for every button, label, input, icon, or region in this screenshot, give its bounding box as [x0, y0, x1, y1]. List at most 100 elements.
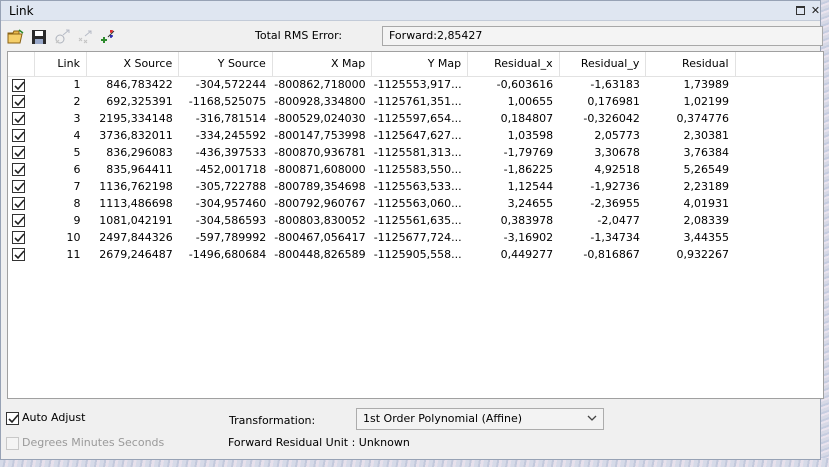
- row-checkbox[interactable]: [12, 248, 25, 262]
- header-residual-x[interactable]: Residual_x: [467, 52, 560, 77]
- cell-res: 1,73989: [683, 78, 730, 92]
- header-check[interactable]: [8, 52, 36, 77]
- chevron-down-icon: [587, 412, 597, 427]
- cell-y-source: -452,001718: [195, 163, 267, 176]
- cell-y-map: -1125597,654...: [373, 112, 462, 125]
- table-row[interactable]: 1 846,783422 -304,572244 -800862,718000 -112…: [8, 76, 823, 93]
- open-folder-icon[interactable]: [7, 28, 25, 46]
- row-checkbox[interactable]: [12, 146, 25, 160]
- table-row[interactable]: 3 2195,334148 -316,781514 -800529,024030 -11…: [8, 110, 823, 127]
- cell-res: 1,02199: [683, 95, 730, 108]
- cell-x-source: 1136,762198: [99, 180, 173, 193]
- cell-res-x: -1,86225: [503, 163, 554, 176]
- cell-x-source: 835,964411: [106, 163, 173, 176]
- cell-res: 3,44355: [683, 231, 730, 244]
- header-filler: [735, 52, 823, 77]
- table-row[interactable]: 10 2497,844326 -597,789992 -800467,056417 -1…: [8, 229, 823, 246]
- cell-filler: [735, 229, 823, 246]
- cell-x-source: 2195,334148: [99, 112, 173, 125]
- cell-res: 4,01931: [683, 197, 730, 210]
- cell-link: 9: [73, 214, 81, 227]
- cell-res-x: 0,184807: [500, 112, 554, 125]
- cell-res-y: -0,816867: [583, 248, 640, 261]
- save-icon[interactable]: [30, 28, 48, 46]
- cell-y-source: -316,781514: [195, 112, 267, 125]
- add-link-icon[interactable]: [99, 28, 117, 46]
- cell-x-source: 1081,042191: [99, 214, 173, 227]
- row-checkbox[interactable]: [12, 78, 25, 92]
- cell-res: 0,932267: [676, 248, 730, 261]
- cell-filler: [735, 127, 823, 144]
- cell-x-map: -800467,056417: [274, 231, 366, 244]
- table-row[interactable]: 4 3736,832011 -334,245592 -800147,753998 -11…: [8, 127, 823, 144]
- row-checkbox[interactable]: [12, 197, 25, 211]
- header-x-source[interactable]: X Source: [86, 52, 180, 77]
- table-row[interactable]: 11 2679,246487 -1496,680684 -800448,826589-…: [8, 246, 823, 263]
- cell-y-map: -1125553,917...: [373, 78, 462, 92]
- cell-filler: [735, 178, 823, 195]
- table-row[interactable]: 6 835,964411 -452,001718 -800871,608000 -112…: [8, 161, 823, 178]
- window-title: Link: [9, 4, 34, 18]
- cell-res: 3,76384: [683, 146, 730, 159]
- cell-res-x: 0,383978: [500, 214, 554, 227]
- row-checkbox[interactable]: [12, 95, 25, 109]
- header-residual-y[interactable]: Residual_y: [559, 52, 647, 77]
- close-button[interactable]: ✕: [809, 4, 822, 17]
- row-checkbox-cell: [8, 93, 35, 110]
- header-y-source[interactable]: Y Source: [178, 52, 273, 77]
- cell-x-map: -800928,334800: [274, 95, 366, 108]
- cell-res-x: -0,603616: [496, 78, 554, 92]
- cell-y-map: -1125761,351...: [373, 95, 462, 108]
- delete-all-links-icon[interactable]: [76, 28, 94, 46]
- row-checkbox[interactable]: [12, 112, 25, 126]
- row-checkbox[interactable]: [12, 129, 25, 143]
- cell-link: 5: [73, 146, 81, 159]
- cell-y-map: -1125563,060...: [373, 197, 462, 210]
- cell-y-source: -334,245592: [195, 129, 267, 142]
- cell-res-x: 1,03598: [507, 129, 554, 142]
- cell-y-map: -1125561,635...: [373, 214, 462, 227]
- cell-link: 10: [66, 231, 81, 244]
- auto-adjust-option[interactable]: Auto Adjust: [6, 411, 85, 425]
- table-row[interactable]: 7 1136,762198 -305,722788 -800789,354698 -11…: [8, 178, 823, 195]
- row-checkbox-cell: [8, 178, 35, 195]
- cell-filler: [735, 246, 823, 263]
- header-y-map[interactable]: Y Map: [371, 52, 469, 77]
- cell-y-map: -1125583,550...: [373, 163, 462, 176]
- cell-x-map: -800448,826589: [274, 248, 366, 261]
- dms-option[interactable]: Degrees Minutes Seconds: [6, 436, 164, 450]
- row-checkbox[interactable]: [12, 214, 25, 228]
- dms-checkbox[interactable]: [6, 436, 19, 450]
- cell-x-map: -800147,753998: [274, 129, 366, 142]
- restore-button[interactable]: [794, 4, 807, 17]
- table-row[interactable]: 5 836,296083 -436,397533 -800870,936781 -112…: [8, 144, 823, 161]
- header-x-map[interactable]: X Map: [272, 52, 373, 77]
- cell-link: 6: [73, 163, 81, 176]
- cell-filler: [735, 144, 823, 161]
- cell-y-map: -1125647,627...: [373, 129, 462, 142]
- table-row[interactable]: 9 1081,042191 -304,586593 -800803,830052 -11…: [8, 212, 823, 229]
- row-checkbox[interactable]: [12, 163, 25, 177]
- cell-y-source: -436,397533: [195, 146, 267, 159]
- row-checkbox[interactable]: [12, 180, 25, 194]
- header-residual[interactable]: Residual: [645, 52, 736, 77]
- delete-link-icon[interactable]: [53, 28, 71, 46]
- row-checkbox[interactable]: [12, 231, 25, 245]
- table-row[interactable]: 8 1113,486698 -304,957460 -800792,960767 -11…: [8, 195, 823, 212]
- cell-x-map: -800789,354698: [274, 180, 366, 193]
- table-row[interactable]: 2 692,325391 -1168,525075 -800928,334800 -11…: [8, 93, 823, 110]
- cell-filler: [735, 195, 823, 212]
- title-bar[interactable]: Link ✕: [1, 1, 820, 21]
- cell-res-x: 1,12544: [507, 180, 554, 193]
- cell-link: 3: [73, 112, 81, 125]
- cell-res-y: -0,326042: [583, 112, 640, 125]
- cell-y-map: -1125905,558...: [373, 248, 462, 261]
- link-table: Link X Source Y Source X Map Y Map Resid…: [7, 51, 824, 399]
- cell-filler: [735, 212, 823, 229]
- header-link[interactable]: Link: [34, 52, 87, 77]
- cell-y-map: -1125563,533...: [373, 180, 462, 193]
- row-checkbox-cell: [8, 110, 35, 127]
- transformation-select[interactable]: 1st Order Polynomial (Affine): [356, 408, 604, 430]
- cell-y-source: -304,572244: [195, 78, 267, 92]
- auto-adjust-checkbox[interactable]: [6, 411, 19, 425]
